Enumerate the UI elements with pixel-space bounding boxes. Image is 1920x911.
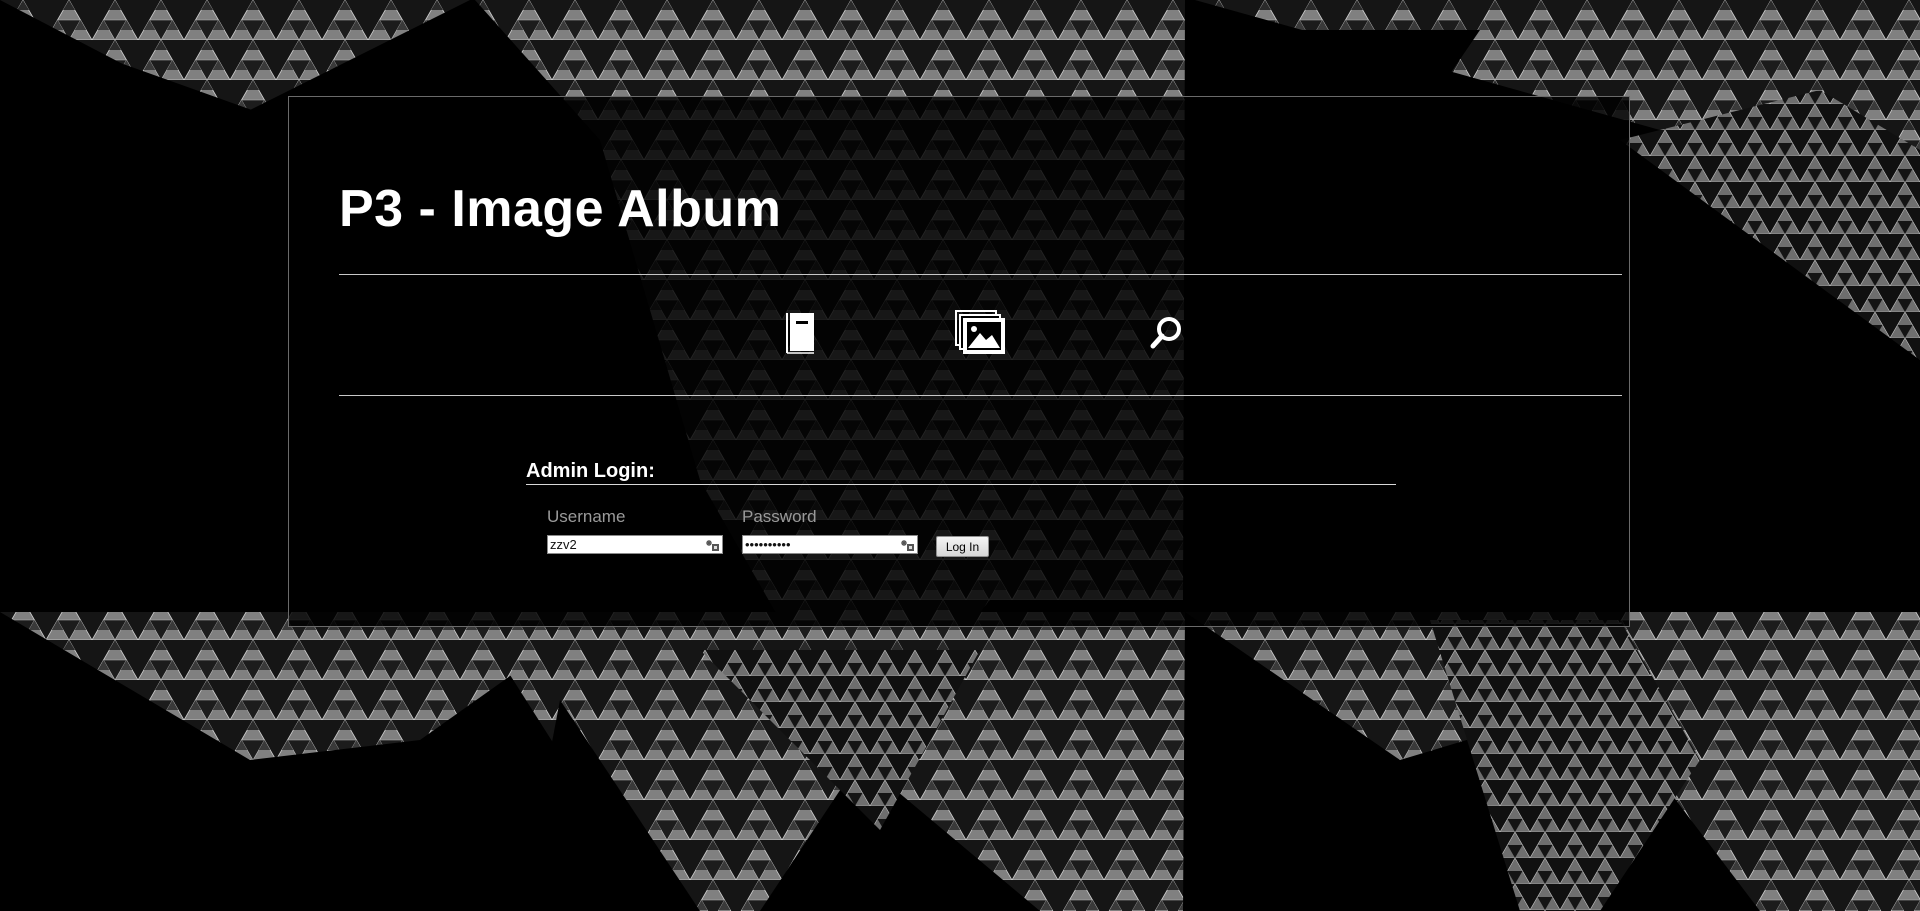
nav-gallery-link[interactable] <box>954 309 1006 357</box>
password-manager-icon[interactable] <box>704 537 720 552</box>
admin-login-divider <box>526 484 1396 485</box>
page-title: P3 - Image Album <box>339 180 782 238</box>
login-button[interactable]: Log In <box>936 536 989 557</box>
main-panel: P3 - Image Album Admin Login: Username z… <box>288 96 1630 627</box>
username-label: Username <box>547 507 626 526</box>
nav-divider <box>339 395 1622 396</box>
password-manager-icon[interactable] <box>899 537 915 552</box>
nav-document-link[interactable] <box>775 309 827 357</box>
username-input[interactable] <box>548 536 700 553</box>
password-input[interactable] <box>743 536 895 553</box>
nav-search-link[interactable] <box>1143 309 1195 357</box>
image-gallery-icon <box>955 310 1005 354</box>
admin-login-heading: Admin Login: <box>526 460 655 482</box>
password-field[interactable] <box>742 535 918 554</box>
username-field[interactable] <box>547 535 723 554</box>
password-label: Password <box>742 507 817 526</box>
header-divider <box>339 274 1622 275</box>
document-icon <box>786 313 814 354</box>
search-icon <box>1150 317 1181 349</box>
